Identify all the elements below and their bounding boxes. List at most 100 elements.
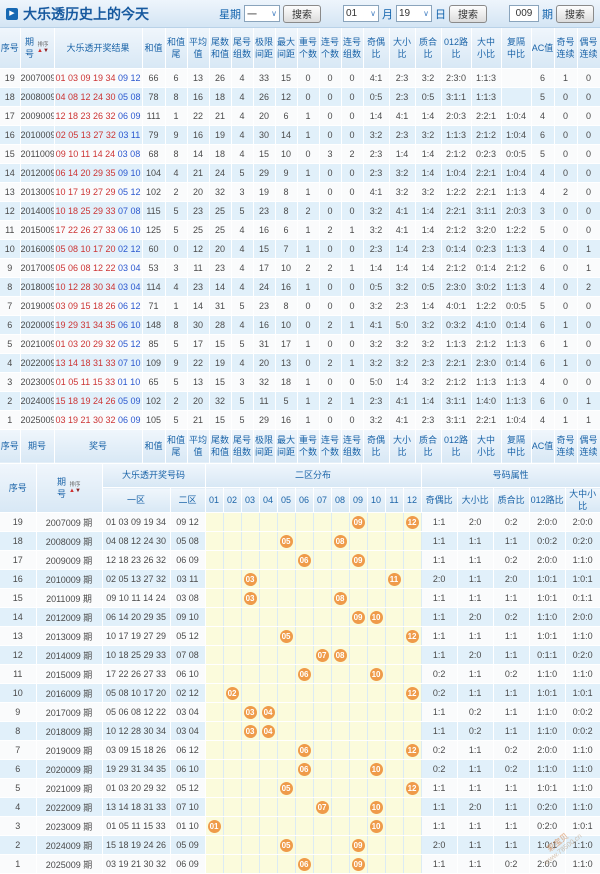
cell-zone1: 05 06 08 12 22	[102, 703, 170, 722]
cell-stat: 20	[187, 391, 209, 410]
week-select[interactable]: 一∨	[244, 5, 280, 22]
cell-dist-02	[223, 703, 241, 722]
cell-stat: 1	[297, 334, 319, 353]
cell-stat: 21	[209, 106, 231, 125]
cell-stat: 1:4	[415, 391, 441, 410]
chevron-down-icon: ∨	[370, 9, 376, 18]
cell-dist-06	[295, 570, 313, 589]
cell-dist-09	[349, 684, 367, 703]
sort-desc-icon[interactable]: ▼	[43, 48, 49, 54]
cell-dist-03	[241, 798, 259, 817]
cell-dist-10	[367, 855, 385, 874]
cell-result: 06 14 20 29 35 09 10	[54, 163, 142, 182]
issue-search-button[interactable]: 搜索	[556, 5, 594, 23]
cell-stat: 4	[531, 182, 554, 201]
cell-dist-01: 01	[205, 817, 223, 836]
table-row: 162010009 期02 05 13 27 3203 1103112:01:1…	[0, 570, 600, 589]
cell-attr: 1:0:1	[565, 684, 600, 703]
cell-stat: 0:1:4	[471, 258, 501, 277]
cell-stat: 3	[165, 258, 187, 277]
cell-stat: 0	[577, 372, 600, 391]
cell-result: 01 05 11 15 33 01 10	[54, 372, 142, 391]
cell-stat: 2:3:0	[441, 68, 471, 87]
cell-zone1: 03 09 15 18 26	[102, 741, 170, 760]
cell-stat: 1:4	[389, 372, 415, 391]
cell-stat: 0	[297, 144, 319, 163]
sort-arrows-icon[interactable]: ▲▼	[37, 48, 49, 54]
front-numbers: 01 03 09 19 34	[55, 73, 115, 83]
chevron-down-icon: ∨	[423, 9, 429, 18]
cell-stat: 0	[297, 68, 319, 87]
date-search-button[interactable]: 搜索	[449, 5, 487, 23]
cell-stat: 1:4	[415, 220, 441, 239]
front-numbers: 10 12 28 30 34	[55, 282, 115, 292]
cell-dist-01	[205, 703, 223, 722]
cell-stat: 22	[187, 353, 209, 372]
month-select[interactable]: 01∨	[343, 5, 379, 22]
sort-arrows-icon[interactable]: ▲▼	[69, 488, 81, 494]
cell-stat: 1:4	[389, 239, 415, 258]
cell-zone1: 01 03 20 29 32	[102, 779, 170, 798]
cell-dist-06	[295, 722, 313, 741]
sort-desc-icon[interactable]: ▼	[75, 488, 81, 494]
table-row: 172009009 期12 18 23 26 3206 0906091:11:1…	[0, 551, 600, 570]
cell-result: 01 03 20 29 32 05 12	[54, 334, 142, 353]
cell-stat: 4:1	[363, 68, 389, 87]
back-number-ball: 05	[280, 535, 293, 548]
cell-stat: 4	[231, 68, 253, 87]
cell-stat: 1:4	[415, 296, 441, 315]
cell-stat: 0	[319, 182, 341, 201]
cell-stat: 0:5	[415, 87, 441, 106]
cell-attr: 0:2	[421, 684, 457, 703]
cell-zone1: 01 03 09 19 34	[102, 513, 170, 532]
cell-dist-03	[241, 741, 259, 760]
cell-dist-06	[295, 817, 313, 836]
cell-stat: 0	[341, 334, 363, 353]
back-numbers: 01 10	[115, 377, 140, 387]
cell-stat: 3:1:1	[441, 410, 471, 429]
week-search-button[interactable]: 搜索	[283, 5, 321, 23]
cell-seq: 18	[0, 87, 20, 106]
cell-dist-05	[277, 684, 295, 703]
cell-period: 2013009	[20, 182, 54, 201]
back-number-ball: 09	[352, 554, 365, 567]
cell-dist-06: 06	[295, 741, 313, 760]
cell-dist-01	[205, 513, 223, 532]
cell-stat: 2	[341, 144, 363, 163]
cell-dist-10: 10	[367, 608, 385, 627]
cell-period: 2015009	[20, 220, 54, 239]
cell-seq: 11	[0, 665, 36, 684]
cell-stat: 1:4	[415, 144, 441, 163]
backzone-distribution-table: 序号期 号排序▲▼大乐透开奖号码二区分布号码属性一区二区010203040506…	[0, 464, 600, 874]
table-row: 12201400910 18 25 29 33 07 0811552325523…	[0, 201, 600, 220]
month-label: 月	[382, 6, 393, 22]
cell-stat: 3:1:1	[441, 87, 471, 106]
cell-stat: 1	[341, 315, 363, 334]
cell-stat: 3:2	[389, 277, 415, 296]
column-header-17: 大中 小比	[471, 28, 501, 68]
cell-dist-11	[385, 798, 403, 817]
cell-dist-06	[295, 532, 313, 551]
cell-stat: 0	[577, 182, 600, 201]
header-controls: 星期 一∨ 搜索 01∨ 月 19∨ 日 搜索 期 搜索	[219, 5, 594, 23]
cell-seq: 4	[0, 353, 20, 372]
cell-stat: 2:3	[389, 296, 415, 315]
cell-dist-10	[367, 722, 385, 741]
cell-attr: 0:2	[493, 551, 529, 570]
day-select[interactable]: 19∨	[396, 5, 432, 22]
cell-attr: 1:1	[421, 798, 457, 817]
cell-dist-08	[331, 551, 349, 570]
issue-input[interactable]	[509, 5, 539, 22]
front-numbers: 05 08 10 17 20	[55, 244, 115, 254]
cell-dist-06	[295, 836, 313, 855]
cell-zone2: 06 09	[170, 551, 205, 570]
sort-control[interactable]: 排序▲▼	[69, 482, 81, 494]
cell-attr: 1:1	[457, 836, 493, 855]
sort-control[interactable]: 排序▲▼	[37, 42, 49, 54]
cell-stat: 1	[577, 391, 600, 410]
back-number-ball: 10	[370, 763, 383, 776]
cell-stat: 3:2	[389, 353, 415, 372]
cell-dist-06	[295, 589, 313, 608]
cell-dist-03	[241, 627, 259, 646]
cell-zone1: 17 22 26 27 33	[102, 665, 170, 684]
